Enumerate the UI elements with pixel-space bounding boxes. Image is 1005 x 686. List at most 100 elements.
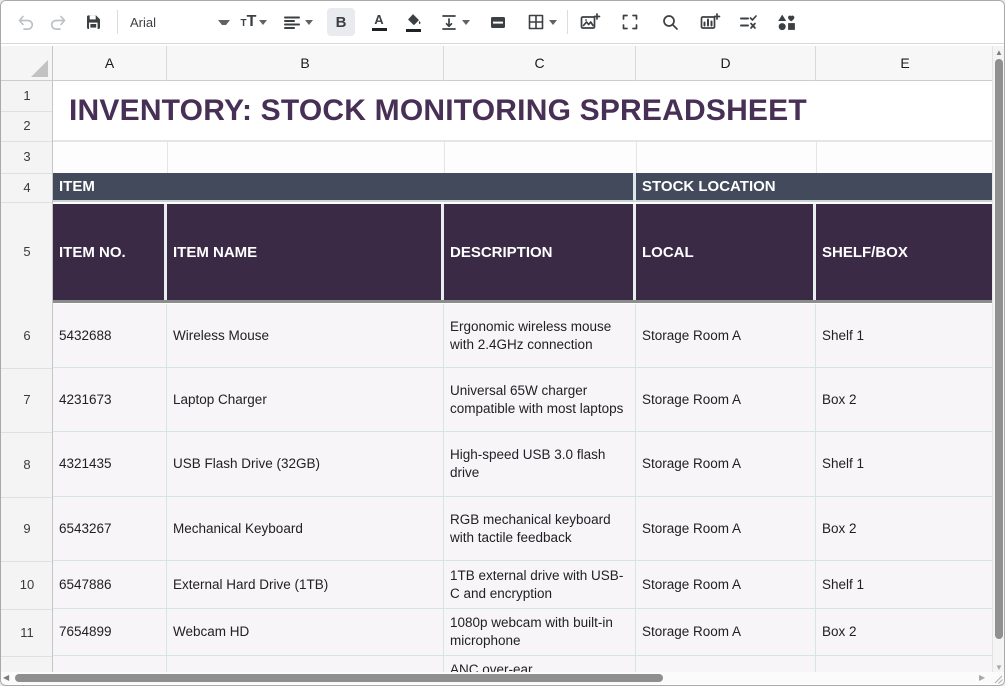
header-item-name[interactable]: ITEM NAME bbox=[167, 204, 444, 300]
column-header-b[interactable]: B bbox=[167, 46, 444, 81]
cell-shelf-box[interactable]: Box 2 bbox=[816, 368, 994, 432]
cell-item-name[interactable]: Wireless Mouse bbox=[167, 304, 444, 368]
spreadsheet-app-window: Arial TT B A A B C D E 1 2 3 4 5 6 7 8 9… bbox=[0, 0, 1005, 686]
horizontal-scrollbar-thumb[interactable] bbox=[15, 674, 663, 682]
cell-description[interactable]: Ergonomic wireless mouse with 2.4GHz con… bbox=[444, 304, 636, 368]
merge-cells-button[interactable] bbox=[484, 8, 512, 36]
cell-item-no[interactable]: 5432688 bbox=[53, 304, 167, 368]
cell-item-name[interactable]: USB Flash Drive (32GB) bbox=[167, 432, 444, 497]
row-number[interactable]: 1 bbox=[1, 81, 53, 111]
row-number[interactable]: 3 bbox=[1, 141, 53, 173]
toolbar: Arial TT B A bbox=[1, 1, 1004, 44]
borders-button[interactable] bbox=[526, 8, 557, 36]
gridline bbox=[816, 141, 817, 173]
column-header-e[interactable]: E bbox=[816, 46, 994, 81]
section-header-stock-location[interactable]: STOCK LOCATION bbox=[636, 173, 994, 202]
section-header-item[interactable]: ITEM bbox=[53, 173, 636, 202]
cell-local[interactable]: Storage Room A bbox=[636, 497, 816, 561]
bold-button[interactable]: B bbox=[327, 8, 355, 36]
fullscreen-icon bbox=[622, 14, 638, 30]
select-all-corner[interactable] bbox=[1, 46, 53, 81]
font-family-select[interactable]: Arial bbox=[126, 8, 230, 36]
header-local[interactable]: LOCAL bbox=[636, 204, 816, 300]
cell-item-no[interactable]: 4231673 bbox=[53, 368, 167, 432]
horizontal-scrollbar[interactable]: ◀ ▶ bbox=[1, 672, 994, 684]
cell-description[interactable]: RGB mechanical keyboard with tactile fee… bbox=[444, 497, 636, 561]
cell-local[interactable]: Storage Room A bbox=[636, 432, 816, 497]
row-number[interactable]: 7 bbox=[1, 368, 53, 432]
sheet-canvas: INVENTORY: STOCK MONITORING SPREADSHEET … bbox=[53, 81, 994, 684]
column-header-a[interactable]: A bbox=[53, 46, 167, 81]
fill-color-button[interactable] bbox=[399, 8, 427, 36]
fill-color-icon bbox=[404, 13, 422, 32]
horizontal-align-button[interactable] bbox=[282, 8, 313, 36]
cell-item-no[interactable]: 6547886 bbox=[53, 561, 167, 609]
frozen-row-divider[interactable] bbox=[53, 300, 994, 303]
sheet-title-cell[interactable]: INVENTORY: STOCK MONITORING SPREADSHEET bbox=[53, 81, 994, 141]
data-validation-button[interactable] bbox=[734, 8, 762, 36]
cell-description[interactable]: High-speed USB 3.0 flash drive bbox=[444, 432, 636, 497]
cell-item-name[interactable]: Webcam HD bbox=[167, 609, 444, 656]
redo-button[interactable] bbox=[45, 8, 73, 36]
row-number[interactable]: 6 bbox=[1, 304, 53, 368]
column-header-d[interactable]: D bbox=[636, 46, 816, 81]
cell-shelf-box[interactable]: Shelf 1 bbox=[816, 432, 994, 497]
chevron-down-icon bbox=[218, 19, 230, 25]
search-button[interactable] bbox=[656, 8, 684, 36]
row-number[interactable]: 9 bbox=[1, 497, 53, 561]
resize-grip[interactable] bbox=[992, 672, 1004, 684]
search-icon bbox=[663, 15, 678, 30]
cell-item-name[interactable]: Mechanical Keyboard bbox=[167, 497, 444, 561]
row-number[interactable]: 5 bbox=[1, 204, 53, 300]
cell-shelf-box[interactable]: Shelf 1 bbox=[816, 561, 994, 609]
gridline bbox=[444, 141, 445, 173]
merge-cells-icon bbox=[491, 17, 505, 28]
bold-icon: B bbox=[335, 13, 347, 31]
insert-chart-button[interactable] bbox=[696, 8, 724, 36]
header-item-no[interactable]: ITEM NO. bbox=[53, 204, 167, 300]
font-size-button[interactable]: TT bbox=[240, 8, 268, 36]
cell-shelf-box[interactable]: Box 2 bbox=[816, 609, 994, 656]
insert-image-button[interactable] bbox=[576, 8, 604, 36]
row-number[interactable]: 2 bbox=[1, 111, 53, 141]
cell-local[interactable]: Storage Room A bbox=[636, 609, 816, 656]
cell-local[interactable]: Storage Room A bbox=[636, 561, 816, 609]
save-button[interactable] bbox=[79, 8, 107, 36]
cell-description[interactable]: 1TB external drive with USB-C and encryp… bbox=[444, 561, 636, 609]
cell-local[interactable]: Storage Room A bbox=[636, 304, 816, 368]
cell-item-no[interactable]: 7654899 bbox=[53, 609, 167, 656]
header-shelf-box[interactable]: SHELF/BOX bbox=[816, 204, 994, 300]
cell-item-name[interactable]: Laptop Charger bbox=[167, 368, 444, 432]
toolbar-separator bbox=[567, 10, 568, 34]
column-title-row: ITEM NO. ITEM NAME DESCRIPTION LOCAL SHE… bbox=[53, 204, 994, 300]
undo-button[interactable] bbox=[11, 8, 39, 36]
resize-grip-icon bbox=[994, 675, 1003, 684]
row-number[interactable]: 10 bbox=[1, 561, 53, 609]
cell-item-no[interactable]: 6543267 bbox=[53, 497, 167, 561]
scroll-right-icon[interactable]: ▶ bbox=[979, 674, 985, 682]
text-color-button[interactable]: A bbox=[365, 8, 393, 36]
row-number[interactable]: 11 bbox=[1, 609, 53, 656]
header-description[interactable]: DESCRIPTION bbox=[444, 204, 636, 300]
column-header-c[interactable]: C bbox=[444, 46, 636, 81]
row-number[interactable]: 8 bbox=[1, 432, 53, 497]
vertical-scrollbar-thumb[interactable] bbox=[994, 59, 1003, 639]
table-row: 7654899 Webcam HD 1080p webcam with buil… bbox=[53, 609, 994, 656]
scroll-up-icon[interactable]: ▲ bbox=[995, 49, 1003, 57]
section-header-row: ITEM STOCK LOCATION bbox=[53, 173, 994, 202]
cell-item-no[interactable]: 4321435 bbox=[53, 432, 167, 497]
cell-item-name[interactable]: External Hard Drive (1TB) bbox=[167, 561, 444, 609]
cell-shelf-box[interactable]: Shelf 1 bbox=[816, 304, 994, 368]
cell-description[interactable]: Universal 65W charger compatible with mo… bbox=[444, 368, 636, 432]
scroll-down-icon[interactable]: ▼ bbox=[995, 664, 1003, 672]
cell-local[interactable]: Storage Room A bbox=[636, 368, 816, 432]
vertical-scrollbar[interactable]: ▲ ▼ bbox=[992, 46, 1004, 684]
vertical-align-button[interactable] bbox=[439, 8, 470, 36]
row-number[interactable]: 4 bbox=[1, 173, 53, 202]
shapes-button[interactable] bbox=[772, 8, 800, 36]
scroll-left-icon[interactable]: ◀ bbox=[3, 674, 9, 682]
table-row: 4231673 Laptop Charger Universal 65W cha… bbox=[53, 368, 994, 432]
cell-description[interactable]: 1080p webcam with built-in microphone bbox=[444, 609, 636, 656]
cell-shelf-box[interactable]: Box 2 bbox=[816, 497, 994, 561]
fullscreen-button[interactable] bbox=[616, 8, 644, 36]
